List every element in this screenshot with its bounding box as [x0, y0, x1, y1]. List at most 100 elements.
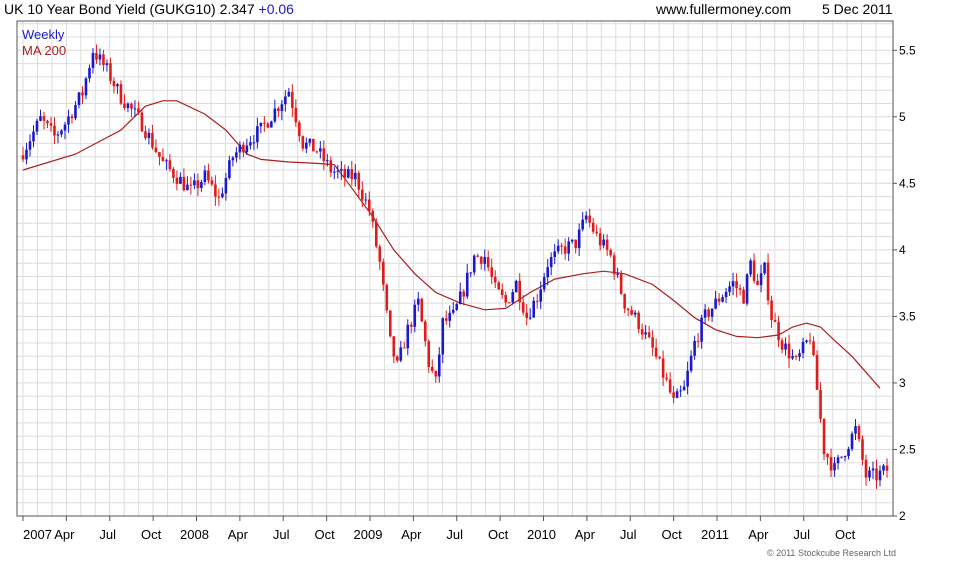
candle-body [749, 260, 752, 275]
candle-body [731, 281, 735, 287]
grid-layer [17, 21, 893, 517]
candle-body [500, 289, 504, 296]
candle-body [35, 120, 39, 132]
candle-body [619, 273, 623, 294]
candle-body [623, 293, 626, 309]
candle-body [200, 181, 203, 189]
candle-body [273, 108, 277, 122]
candle-body [172, 168, 175, 178]
candle-body [126, 103, 130, 109]
candle-body [689, 355, 693, 371]
candle-body [864, 459, 868, 478]
candle-body [479, 256, 483, 264]
candle-body [556, 245, 560, 252]
candle-body [437, 354, 441, 377]
candle-body [266, 123, 270, 128]
candle-body [770, 300, 773, 320]
candle-body [242, 144, 245, 153]
candle-body [116, 84, 119, 87]
candle-body [819, 389, 822, 419]
candle-body [682, 386, 686, 391]
candle-body [602, 239, 605, 246]
candle-body [504, 295, 508, 303]
candle-body [567, 241, 570, 254]
last-value: 2.347 [219, 1, 255, 17]
candle-body [840, 456, 843, 458]
candle-body [399, 347, 403, 361]
candle-body [336, 170, 340, 172]
candle-body [658, 356, 661, 359]
candle-body [340, 168, 343, 171]
candle-body [67, 116, 70, 125]
candle-body [829, 457, 833, 471]
candle-body [77, 92, 81, 105]
x-tick-label: Oct [488, 527, 509, 542]
candle-body [861, 439, 864, 460]
candle-body [616, 273, 619, 275]
candle-body [710, 308, 714, 317]
candle-body [308, 138, 312, 143]
candle-body [388, 310, 392, 337]
candle-body [878, 470, 882, 481]
candle-body [63, 124, 67, 131]
x-tick-label: 2007 [23, 527, 52, 542]
candle-body [857, 426, 861, 440]
candle-body [291, 91, 294, 108]
candle-body [742, 289, 745, 304]
y-tick-label: 4.5 [899, 176, 916, 190]
candle-body [420, 298, 424, 322]
candle-body [644, 332, 647, 335]
candle-body [514, 280, 518, 293]
candle-body [119, 84, 123, 104]
candle-body [137, 108, 140, 113]
candle-body [724, 291, 728, 298]
candle-body [542, 277, 546, 290]
copyright-footer: © 2011 Stockcube Research Ltd [766, 548, 896, 558]
site-link[interactable]: www.fullermoney.com [656, 1, 791, 17]
candle-body [843, 456, 847, 458]
candle-body [707, 309, 710, 317]
candle-body [654, 347, 658, 357]
x-tick-label: Jul [793, 527, 810, 542]
candle-body [74, 104, 77, 119]
candle-body [787, 343, 791, 359]
candle-layer [21, 44, 889, 489]
candle-body [780, 340, 784, 350]
candle-body [717, 298, 721, 302]
candle-body [28, 141, 32, 150]
candle-body [476, 255, 480, 257]
candle-body [228, 160, 231, 179]
candle-body [605, 239, 609, 250]
legend-ma200: MA 200 [22, 43, 67, 58]
candle-body [833, 463, 836, 471]
candle-body [441, 318, 445, 355]
candle-body [193, 180, 196, 186]
candle-body [486, 257, 490, 268]
candle-body [766, 262, 770, 301]
candle-body [759, 273, 763, 286]
candle-body [518, 280, 522, 303]
candle-body [553, 251, 556, 258]
candle-body [214, 184, 217, 197]
candle-body [385, 284, 389, 311]
candle-body [871, 468, 875, 471]
candle-body [168, 160, 172, 169]
candle-body [577, 229, 581, 249]
candle-body [161, 156, 165, 162]
candle-body [70, 116, 74, 119]
candle-body [84, 78, 88, 96]
x-tick-label: Jul [446, 527, 463, 542]
x-tick-label: 2011 [701, 527, 729, 542]
candle-body [490, 267, 494, 277]
candle-body [612, 255, 616, 275]
candle-body [507, 302, 511, 304]
candle-body [46, 120, 49, 124]
candle-body [165, 160, 168, 162]
candle-body [322, 148, 326, 162]
x-tick-label: Apr [228, 527, 249, 542]
candle-body [549, 257, 553, 268]
y-tick-label: 2 [899, 509, 906, 523]
candle-body [493, 276, 497, 283]
candle-body [546, 267, 549, 278]
candle-body [357, 172, 361, 190]
